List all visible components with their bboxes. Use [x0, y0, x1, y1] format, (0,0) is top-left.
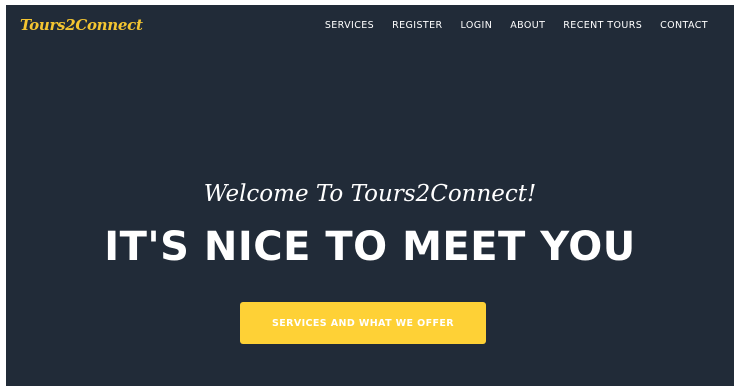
page-frame: Welcome To Tours2Connect! IT'S NICE TO M…	[6, 5, 734, 386]
nav-links: SERVICES REGISTER LOGIN ABOUT RECENT TOU…	[325, 5, 708, 45]
nav-link-recent-tours[interactable]: RECENT TOURS	[563, 20, 642, 31]
hero-heading: IT'S NICE TO MEET YOU	[104, 224, 636, 270]
nav-link-login[interactable]: LOGIN	[461, 20, 493, 31]
top-navbar: Tours2Connect SERVICES REGISTER LOGIN AB…	[6, 5, 734, 45]
nav-link-about[interactable]: ABOUT	[510, 20, 545, 31]
services-cta-button[interactable]: SERVICES AND WHAT WE OFFER	[240, 302, 486, 344]
hero-subheading: Welcome To Tours2Connect!	[203, 181, 537, 207]
nav-link-register[interactable]: REGISTER	[392, 20, 442, 31]
hero-section: Welcome To Tours2Connect! IT'S NICE TO M…	[6, 5, 734, 386]
nav-link-contact[interactable]: CONTACT	[660, 20, 708, 31]
nav-link-services[interactable]: SERVICES	[325, 20, 374, 31]
brand-logo[interactable]: Tours2Connect	[20, 15, 143, 35]
